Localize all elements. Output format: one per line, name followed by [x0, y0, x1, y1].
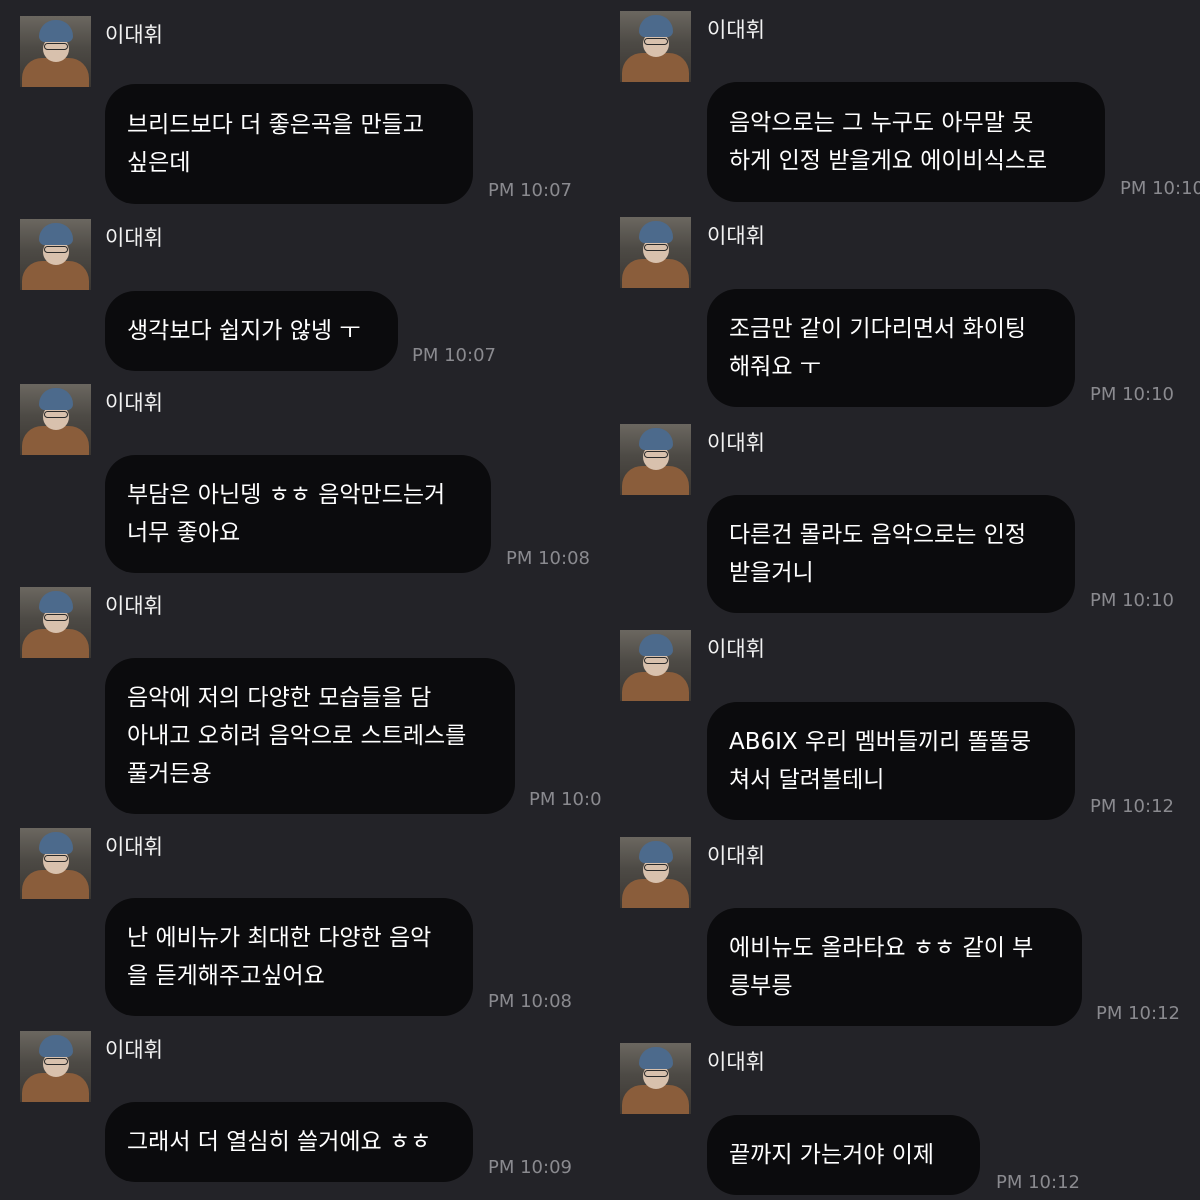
sender-avatar[interactable] [620, 424, 691, 495]
sender-avatar[interactable] [20, 16, 91, 87]
sender-name: 이대휘 [707, 844, 765, 868]
message-bubble[interactable]: 난 에비뉴가 최대한 다양한 음악 을 듣게해주고싶어요 [105, 898, 473, 1016]
message-bubble[interactable]: 음악으로는 그 누구도 아무말 못 하게 인정 받을게요 에이비식스로 [707, 82, 1105, 202]
sender-avatar[interactable] [20, 1031, 91, 1102]
sender-name: 이대휘 [105, 594, 163, 618]
message-bubble[interactable]: AB6IX 우리 멤버들끼리 똘똘뭉 쳐서 달려볼테니 [707, 702, 1075, 820]
message-timestamp: PM 10:0 [529, 789, 602, 810]
sender-name: 이대휘 [707, 224, 765, 248]
message-bubble[interactable]: 조금만 같이 기다리면서 화이팅 해줘요 ㅜ [707, 289, 1075, 407]
sender-avatar[interactable] [620, 630, 691, 701]
message-timestamp: PM 10:09 [488, 1157, 572, 1178]
sender-name: 이대휘 [707, 1050, 765, 1074]
sender-avatar[interactable] [620, 217, 691, 288]
message-bubble[interactable]: 음악에 저의 다양한 모습들을 담 아내고 오히려 음악으로 스트레스를 풀거든… [105, 658, 515, 814]
sender-avatar[interactable] [20, 828, 91, 899]
sender-avatar[interactable] [20, 587, 91, 658]
sender-avatar[interactable] [20, 219, 91, 290]
sender-name: 이대휘 [105, 226, 163, 250]
message-bubble[interactable]: 브리드보다 더 좋은곡을 만들고 싶은데 [105, 84, 473, 204]
sender-avatar[interactable] [620, 837, 691, 908]
sender-name: 이대휘 [105, 1038, 163, 1062]
message-timestamp: PM 10:08 [488, 991, 572, 1012]
chat-column-left: 이대휘 브리드보다 더 좋은곡을 만들고 싶은데 PM 10:07 이대휘 생각… [0, 0, 602, 1200]
message-bubble[interactable]: 끝까지 가는거야 이제 [707, 1115, 980, 1195]
sender-name: 이대휘 [105, 391, 163, 415]
message-bubble[interactable]: 에비뉴도 올라타요 ㅎㅎ 같이 부 릉부릉 [707, 908, 1082, 1026]
message-timestamp: PM 10:07 [412, 345, 496, 366]
sender-name: 이대휘 [707, 637, 765, 661]
message-timestamp: PM 10:07 [488, 180, 572, 201]
message-timestamp: PM 10:12 [996, 1172, 1080, 1193]
message-bubble[interactable]: 다른건 몰라도 음악으로는 인정 받을거니 [707, 495, 1075, 613]
message-bubble[interactable]: 부담은 아닌뎅 ㅎㅎ 음악만드는거 너무 좋아요 [105, 455, 491, 573]
sender-name: 이대휘 [105, 835, 163, 859]
message-timestamp: PM 10:10 [1090, 590, 1174, 611]
sender-name: 이대휘 [707, 18, 765, 42]
message-timestamp: PM 10:12 [1096, 1003, 1180, 1024]
message-bubble[interactable]: 그래서 더 열심히 쓸거에요 ㅎㅎ [105, 1102, 473, 1182]
message-bubble[interactable]: 생각보다 쉽지가 않넹 ㅜ [105, 291, 398, 371]
sender-avatar[interactable] [620, 11, 691, 82]
message-timestamp: PM 10:10 [1090, 384, 1174, 405]
sender-avatar[interactable] [20, 384, 91, 455]
sender-name: 이대휘 [105, 23, 163, 47]
message-timestamp: PM 10:10 [1120, 178, 1200, 199]
chat-column-right: 이대휘 음악으로는 그 누구도 아무말 못 하게 인정 받을게요 에이비식스로 … [600, 0, 1200, 1200]
sender-avatar[interactable] [620, 1043, 691, 1114]
sender-name: 이대휘 [707, 431, 765, 455]
message-timestamp: PM 10:08 [506, 548, 590, 569]
message-timestamp: PM 10:12 [1090, 796, 1174, 817]
